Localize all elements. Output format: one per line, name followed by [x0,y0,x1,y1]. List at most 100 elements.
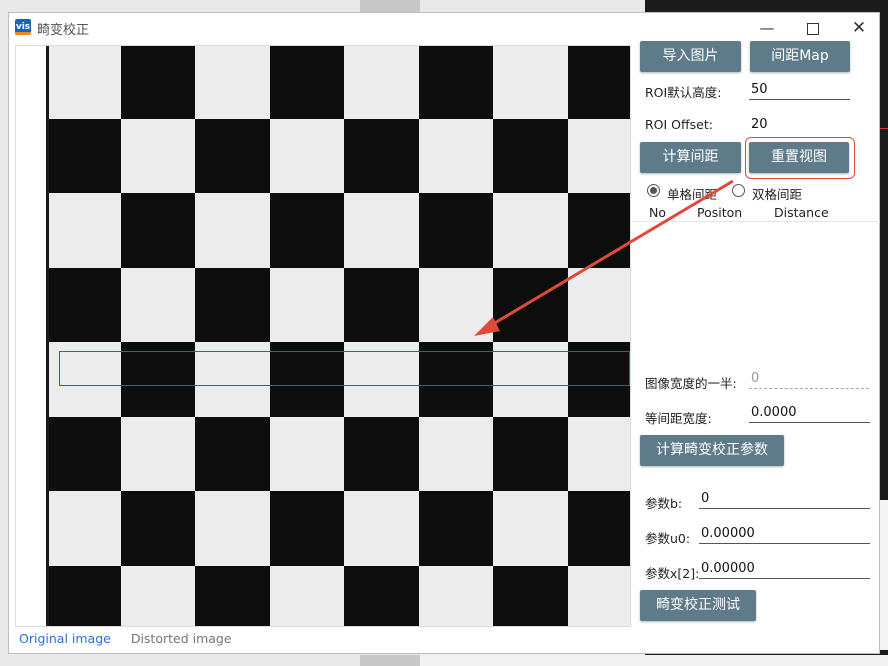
half-width-input[interactable]: 0 [749,369,869,389]
import-image-button[interactable]: 导入图片 [640,41,741,72]
maximize-icon [807,22,819,35]
close-button[interactable]: ✕ [839,15,879,41]
checker-square [493,46,568,119]
roi-height-input[interactable]: 50 [749,80,850,100]
checker-square [567,267,630,343]
window-title: 畸变校正 [37,23,90,38]
tab-original-image[interactable]: Original image [19,631,111,646]
column-header-distance[interactable]: Distance [774,205,829,220]
checker-square [120,416,196,492]
param-u0-label: 参数u0: [645,531,691,546]
checker-square [344,416,419,492]
checker-square [46,267,121,343]
checkerboard-image [46,46,630,626]
checker-square [195,416,270,492]
checker-square [493,267,568,343]
background-bottom [420,655,888,666]
checker-square [269,491,345,566]
checker-square [344,193,419,268]
double-spacing-radio[interactable] [732,184,745,197]
roi-offset-input[interactable]: 20 [749,115,850,135]
checker-square [269,118,345,194]
spacing-map-button[interactable]: 间距Map [750,41,850,72]
checker-square [269,565,345,626]
checker-square [493,416,568,492]
checker-square [120,46,196,119]
checker-square [418,193,494,268]
checker-square [567,491,630,566]
half-width-label: 图像宽度的一半: [645,376,737,391]
checker-square [195,565,270,626]
checker-square [567,416,630,492]
maximize-button[interactable] [793,15,833,41]
roi-rectangle[interactable] [59,351,630,386]
minimize-button[interactable]: — [747,15,787,41]
checker-square [567,46,630,119]
checker-square [418,565,494,626]
checker-square [120,267,196,343]
checker-square [493,565,568,626]
param-b-label: 参数b: [645,496,683,511]
checker-square [46,46,121,119]
compute-params-button[interactable]: 计算畸变校正参数 [640,435,784,466]
checker-square [344,565,419,626]
distortion-correction-window: vis 畸变校正 — ✕ Original image Distorted im… [8,12,880,654]
checker-square [195,46,270,119]
background-panel [880,500,888,650]
checker-square [46,118,121,194]
checker-square [493,491,568,566]
checker-square [195,193,270,268]
checker-square [120,118,196,194]
image-view[interactable] [15,45,631,627]
tab-distorted-image[interactable]: Distorted image [131,631,232,646]
equal-spacing-label: 等间距宽度: [645,411,712,426]
checker-square [344,267,419,343]
checker-square [195,118,270,194]
background-red-tick [880,128,888,129]
app-icon: vis [15,19,31,35]
param-u0-input[interactable]: 0.00000 [699,524,870,544]
checker-square [418,118,494,194]
checker-square [46,193,121,268]
checker-square [344,118,419,194]
background-strip [360,0,420,12]
checker-square [567,565,630,626]
roi-height-label: ROI默认高度: [645,85,722,100]
compute-spacing-button[interactable]: 计算间距 [640,142,741,173]
checker-square [195,491,270,566]
equal-spacing-input[interactable]: 0.0000 [749,403,870,423]
checker-square [195,267,270,343]
background-strip [360,655,420,666]
column-header-position[interactable]: Positon [697,205,742,220]
column-header-no[interactable]: No [649,205,666,220]
checker-square [46,565,121,626]
checker-square [418,46,494,119]
double-spacing-label: 双格间距 [752,187,803,202]
checker-square [493,193,568,268]
title-bar[interactable]: vis 畸变校正 — ✕ [9,13,879,43]
checker-square [418,416,494,492]
checker-square [120,565,196,626]
highlight-box [745,137,855,179]
image-left-edge [46,46,49,626]
correction-test-button[interactable]: 畸变校正测试 [640,590,756,621]
roi-offset-label: ROI Offset: [645,117,713,132]
list-divider [632,221,880,222]
checker-square [269,46,345,119]
checker-square [567,193,630,268]
param-x2-label: 参数x[2]: [645,566,700,581]
checker-square [120,193,196,268]
checker-square [344,46,419,119]
single-spacing-label: 单格间距 [667,187,718,202]
single-spacing-radio[interactable] [647,184,660,197]
checker-square [418,491,494,566]
checker-square [120,491,196,566]
param-b-input[interactable]: 0 [699,489,870,509]
checker-square [344,491,419,566]
checker-square [269,193,345,268]
checker-square [46,416,121,492]
checker-square [418,267,494,343]
param-x2-input[interactable]: 0.00000 [699,559,870,579]
checker-square [269,416,345,492]
image-tabs: Original image Distorted image [19,631,248,646]
